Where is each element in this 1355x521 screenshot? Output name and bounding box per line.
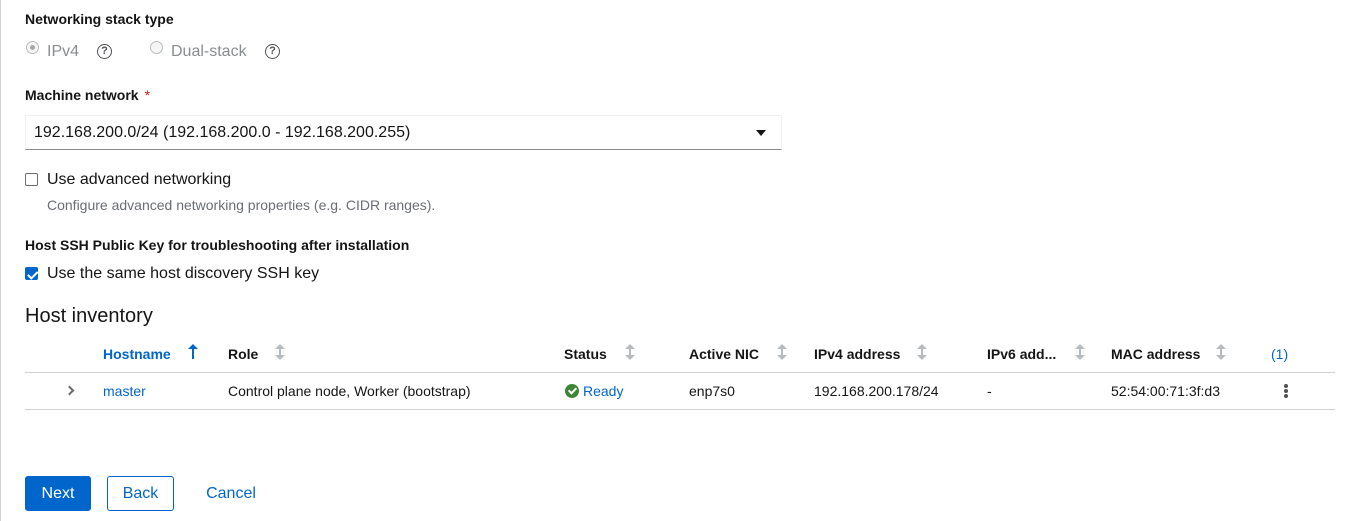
host-inventory-title: Host inventory [25, 305, 153, 327]
host-mac: 52:54:00:71:3f:d3 [1111, 383, 1220, 399]
sort-icon[interactable] [625, 344, 635, 360]
ipv4-help-icon[interactable]: ? [97, 44, 112, 59]
column-header-hostname[interactable]: Hostname [103, 346, 171, 362]
host-active-nic: enp7s0 [689, 383, 735, 399]
page-left-border [0, 0, 1, 521]
host-ipv4: 192.168.200.178/24 [814, 383, 939, 399]
column-header-role[interactable]: Role [228, 346, 258, 362]
sort-ascending-icon[interactable] [188, 344, 198, 360]
ipv4-radio-label: IPv4 [47, 43, 80, 60]
cancel-button[interactable]: Cancel [196, 476, 266, 511]
column-header-status[interactable]: Status [564, 346, 607, 362]
host-ipv6: - [987, 383, 992, 399]
advanced-networking-helper: Configure advanced networking properties… [47, 197, 436, 213]
advanced-networking-checkbox[interactable] [25, 173, 38, 186]
back-button[interactable]: Back [107, 476, 174, 511]
same-ssh-key-label: Use the same host discovery SSH key [47, 265, 320, 282]
ssh-key-heading: Host SSH Public Key for troubleshooting … [25, 237, 410, 253]
sort-icon[interactable] [917, 344, 927, 360]
machine-network-label-text: Machine network [25, 87, 139, 103]
advanced-networking-label: Use advanced networking [47, 171, 232, 188]
host-role: Control plane node, Worker (bootstrap) [228, 383, 471, 399]
host-status-link[interactable]: Ready [583, 383, 623, 399]
next-button[interactable]: Next [25, 476, 91, 511]
sort-icon[interactable] [1216, 344, 1226, 360]
column-header-ipv4[interactable]: IPv4 address [814, 346, 900, 362]
sort-icon[interactable] [777, 344, 787, 360]
machine-network-select[interactable]: 192.168.200.0/24 (192.168.200.0 - 192.16… [25, 115, 782, 150]
chevron-right-icon[interactable] [64, 385, 75, 396]
caret-down-icon [756, 130, 766, 136]
kebab-icon[interactable] [1284, 384, 1288, 398]
sort-icon[interactable] [275, 344, 285, 360]
dual-stack-radio-label: Dual-stack [171, 43, 247, 60]
header-divider [25, 372, 1335, 373]
column-header-mac[interactable]: MAC address [1111, 346, 1200, 362]
dual-stack-help-icon[interactable]: ? [265, 44, 280, 59]
column-header-active-nic[interactable]: Active NIC [689, 346, 759, 362]
machine-network-label: Machine network * [25, 87, 150, 103]
row-divider [25, 409, 1335, 410]
same-ssh-key-checkbox[interactable] [25, 267, 38, 280]
column-header-ipv6[interactable]: IPv6 add... [987, 346, 1056, 362]
ipv4-radio[interactable] [26, 41, 39, 54]
dual-stack-radio[interactable] [150, 41, 163, 54]
networking-stack-type-label: Networking stack type [25, 11, 174, 27]
machine-network-value: 192.168.200.0/24 (192.168.200.0 - 192.16… [34, 124, 411, 141]
check-circle-icon [565, 384, 579, 398]
host-hostname-link[interactable]: master [103, 383, 146, 399]
sort-icon[interactable] [1075, 344, 1085, 360]
column-management-toggle[interactable]: (1) [1271, 346, 1288, 362]
required-indicator: * [144, 87, 151, 103]
